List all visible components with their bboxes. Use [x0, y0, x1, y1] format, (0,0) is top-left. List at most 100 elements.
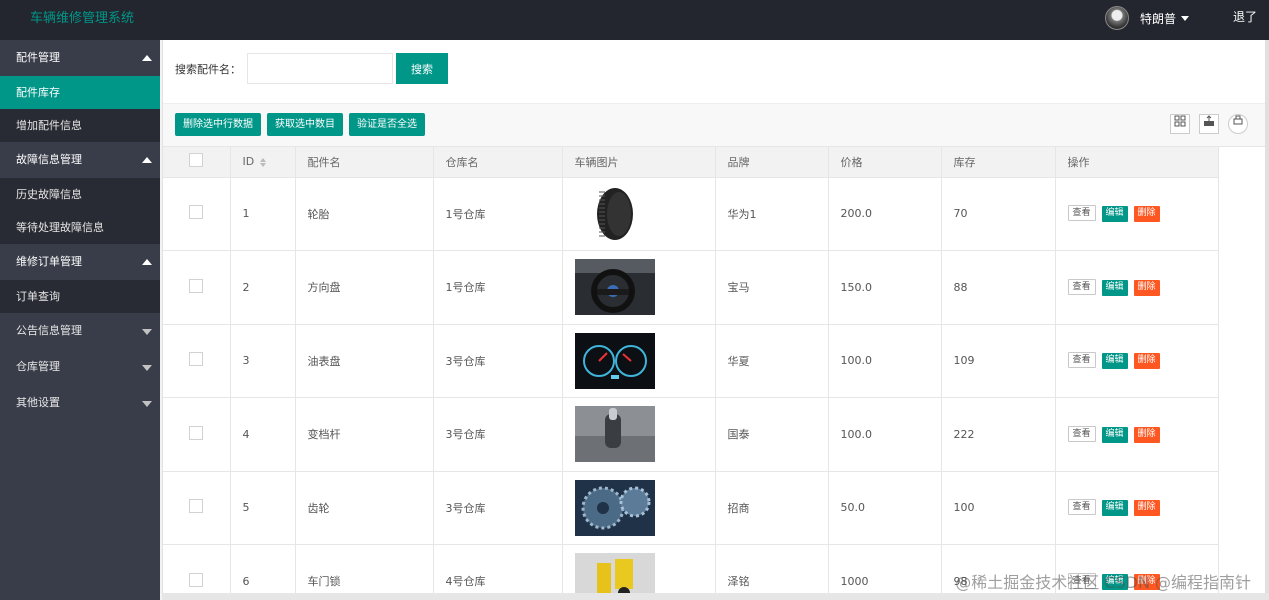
sidebar-group-orders[interactable]: 维修订单管理 — [0, 244, 160, 280]
edit-button[interactable]: 编辑 — [1101, 500, 1128, 517]
select-all-checkbox[interactable] — [189, 153, 203, 168]
delete-button[interactable]: 删除 — [1133, 353, 1160, 370]
sidebar-group-label: 维修订单管理 — [16, 255, 82, 268]
cell-price: 1000 — [828, 544, 942, 593]
cell-part-name: 轮胎 — [295, 177, 434, 251]
columns-filter-icon[interactable] — [1170, 114, 1190, 134]
cell-image — [562, 397, 716, 472]
view-button[interactable]: 查看 — [1067, 352, 1096, 369]
vertical-scrollbar[interactable] — [1265, 40, 1269, 593]
sidebar-item-add-part[interactable]: 增加配件信息 — [0, 109, 160, 142]
main-content: 搜索配件名： 搜索 删除选中行数据 获取选中数目 验证是否全选 ID 配件名 仓… — [162, 40, 1266, 593]
sidebar-group-label: 公告信息管理 — [16, 324, 82, 337]
edit-button[interactable]: 编辑 — [1101, 206, 1128, 223]
logout-link[interactable]: 退了 — [1233, 8, 1257, 25]
row-checkbox-cell[interactable] — [163, 544, 231, 593]
column-header-actions: 操作 — [1055, 147, 1219, 178]
horizontal-scrollbar[interactable] — [162, 593, 1269, 600]
cell-actions: 查看 编辑 删除 — [1055, 250, 1219, 325]
cell-price: 100.0 — [828, 397, 942, 472]
table-toolbar: 删除选中行数据 获取选中数目 验证是否全选 — [163, 104, 1266, 147]
sidebar-group-warehouse[interactable]: 仓库管理 — [0, 349, 160, 385]
watermark: @稀土掘金技术社区 CSDN @编程指南针 — [955, 573, 1251, 592]
cell-brand: 国泰 — [715, 397, 829, 472]
sidebar-item-parts-inventory[interactable]: 配件库存 — [0, 76, 160, 109]
row-checkbox[interactable] — [189, 278, 203, 293]
sort-icon[interactable] — [260, 157, 267, 167]
search-input[interactable] — [247, 53, 393, 84]
row-checkbox-cell[interactable] — [163, 324, 231, 398]
delete-button[interactable]: 删除 — [1133, 206, 1160, 223]
app-title: 车辆维修管理系统 — [30, 11, 135, 26]
column-header-stock: 库存 — [941, 147, 1056, 178]
delete-button[interactable]: 删除 — [1133, 426, 1160, 443]
cell-part-name: 方向盘 — [295, 250, 434, 325]
cell-stock: 88 — [941, 250, 1056, 325]
row-checkbox-cell[interactable] — [163, 397, 231, 472]
chevron-down-icon — [142, 401, 152, 407]
delete-button[interactable]: 删除 — [1133, 500, 1160, 517]
username: 特朗普 — [1139, 11, 1176, 26]
row-checkbox[interactable] — [189, 572, 203, 587]
view-button[interactable]: 查看 — [1067, 425, 1096, 442]
row-checkbox-cell[interactable] — [163, 471, 231, 545]
cell-brand: 华为1 — [715, 177, 829, 251]
view-button[interactable]: 查看 — [1067, 499, 1096, 516]
sidebar-group-settings[interactable]: 其他设置 — [0, 385, 160, 421]
cell-image — [562, 471, 716, 545]
sidebar-group-label: 故障信息管理 — [16, 153, 82, 166]
cell-warehouse: 3号仓库 — [433, 397, 563, 472]
column-header-image: 车辆图片 — [562, 147, 716, 178]
chevron-down-icon — [1181, 15, 1189, 21]
edit-button[interactable]: 编辑 — [1101, 426, 1128, 443]
table-row: 2 方向盘 1号仓库 宝马 150.0 88 查看 编辑 删除 — [163, 250, 1219, 325]
print-icon[interactable] — [1228, 114, 1248, 134]
row-checkbox[interactable] — [189, 352, 203, 367]
check-all-selected-button[interactable]: 验证是否全选 — [349, 113, 425, 136]
cell-stock: 100 — [941, 471, 1056, 545]
gear-lever-image — [574, 406, 715, 463]
table-row: 4 变档杆 3号仓库 国泰 100.0 222 查看 编辑 删除 — [163, 397, 1219, 472]
cell-brand: 泽铭 — [715, 544, 829, 593]
search-button[interactable]: 搜索 — [396, 53, 448, 84]
cell-warehouse: 3号仓库 — [433, 324, 563, 398]
user-menu[interactable]: 特朗普 — [1104, 6, 1189, 30]
cell-id: 1 — [230, 177, 296, 251]
chevron-up-icon — [142, 259, 152, 265]
search-bar: 搜索配件名： 搜索 — [163, 40, 1266, 104]
edit-button[interactable]: 编辑 — [1101, 279, 1128, 296]
tire-image — [574, 185, 715, 242]
sidebar-group-faults[interactable]: 故障信息管理 — [0, 142, 160, 178]
chevron-down-icon — [142, 329, 152, 335]
get-selected-count-button[interactable]: 获取选中数目 — [267, 113, 343, 136]
select-all-checkbox-cell[interactable] — [163, 147, 231, 178]
column-header-brand: 品牌 — [715, 147, 829, 178]
sidebar-group-parts[interactable]: 配件管理 — [0, 40, 160, 76]
cell-part-name: 变档杆 — [295, 397, 434, 472]
search-label: 搜索配件名： — [175, 63, 241, 76]
column-header-id[interactable]: ID — [230, 147, 296, 178]
delete-selected-button[interactable]: 删除选中行数据 — [175, 113, 261, 136]
cell-price: 50.0 — [828, 471, 942, 545]
row-checkbox-cell[interactable] — [163, 250, 231, 325]
cell-image — [562, 177, 716, 251]
cell-actions: 查看 编辑 删除 — [1055, 471, 1219, 545]
edit-button[interactable]: 编辑 — [1101, 353, 1128, 370]
sidebar-group-notices[interactable]: 公告信息管理 — [0, 313, 160, 349]
cell-part-name: 齿轮 — [295, 471, 434, 545]
row-checkbox[interactable] — [189, 425, 203, 440]
view-button[interactable]: 查看 — [1067, 278, 1096, 295]
view-button[interactable]: 查看 — [1067, 205, 1096, 222]
cell-id: 5 — [230, 471, 296, 545]
row-checkbox[interactable] — [189, 205, 203, 220]
delete-button[interactable]: 删除 — [1133, 279, 1160, 296]
cell-actions: 查看 编辑 删除 — [1055, 177, 1219, 251]
sidebar-item-pending-faults[interactable]: 等待处理故障信息 — [0, 211, 160, 244]
row-checkbox-cell[interactable] — [163, 177, 231, 251]
row-checkbox[interactable] — [189, 499, 203, 514]
cell-brand: 宝马 — [715, 250, 829, 325]
export-icon[interactable] — [1199, 114, 1219, 134]
sidebar-item-fault-history[interactable]: 历史故障信息 — [0, 178, 160, 211]
cell-warehouse: 1号仓库 — [433, 177, 563, 251]
sidebar-item-order-query[interactable]: 订单查询 — [0, 280, 160, 313]
